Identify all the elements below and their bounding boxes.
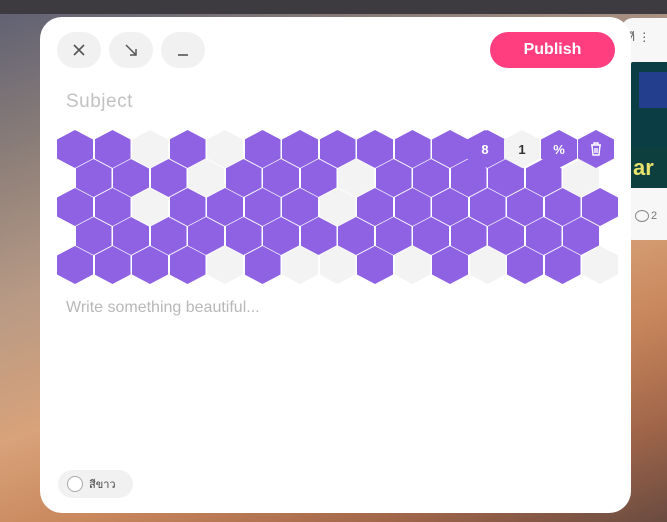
- publish-button[interactable]: Publish: [490, 32, 615, 68]
- radio-icon: [67, 476, 83, 492]
- trash-icon: [591, 142, 601, 156]
- comment-icon: [635, 210, 649, 222]
- collapse-arrow-icon: [125, 44, 137, 56]
- minimize-icon: [178, 54, 188, 56]
- language-toggle-label: สีขาว: [89, 479, 116, 491]
- subject-input[interactable]: Subject: [66, 91, 133, 113]
- comment-count[interactable]: 2: [635, 210, 657, 222]
- comment-count-value: 2: [651, 210, 658, 222]
- card-menu[interactable]: ที ⋮: [627, 28, 667, 47]
- close-icon: [73, 44, 85, 56]
- compose-modal: Publish Subject 8 1 % Write something be…: [40, 17, 631, 513]
- browser-background-strip: [0, 0, 667, 14]
- card-banner-text: ar: [631, 148, 667, 188]
- body-input[interactable]: Write something beautiful...: [66, 299, 260, 317]
- card-thumbnail: [631, 62, 667, 158]
- language-toggle[interactable]: สีขาว: [58, 470, 133, 498]
- close-button[interactable]: [57, 32, 101, 68]
- hex-cell[interactable]: [582, 246, 618, 284]
- minimize-button[interactable]: [161, 32, 205, 68]
- shrink-button[interactable]: [109, 32, 153, 68]
- hex-cell[interactable]: [582, 188, 618, 226]
